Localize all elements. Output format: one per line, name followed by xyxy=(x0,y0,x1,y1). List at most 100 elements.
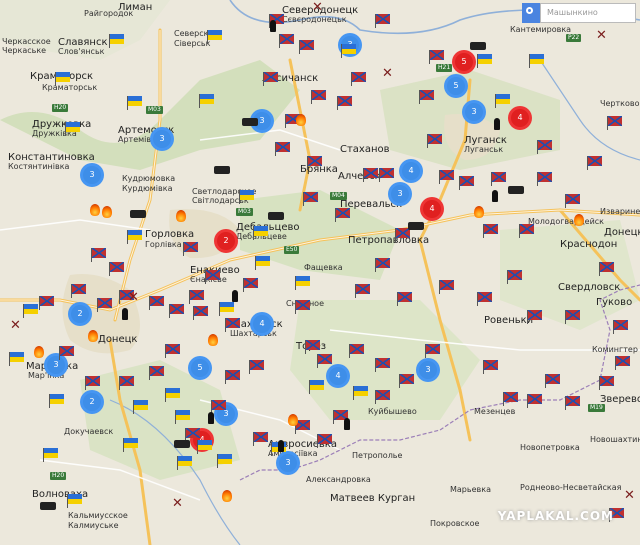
cluster-marker-red[interactable]: 5 xyxy=(452,50,476,74)
soldier-icon[interactable] xyxy=(270,20,276,32)
ukraine-flag-icon[interactable] xyxy=(43,448,58,462)
novorossiya-flag-icon[interactable] xyxy=(193,306,208,320)
tank-icon[interactable] xyxy=(470,42,486,50)
ukraine-flag-icon[interactable] xyxy=(67,494,82,508)
fire-icon[interactable] xyxy=(288,414,298,426)
novorossiya-flag-icon[interactable] xyxy=(537,172,552,186)
novorossiya-flag-icon[interactable] xyxy=(565,396,580,410)
cluster-marker[interactable]: 2 xyxy=(80,390,104,414)
novorossiya-flag-icon[interactable] xyxy=(279,34,294,48)
ukraine-flag-icon[interactable] xyxy=(207,30,222,44)
fire-icon[interactable] xyxy=(222,490,232,502)
novorossiya-flag-icon[interactable] xyxy=(205,270,220,284)
ukraine-flag-icon[interactable] xyxy=(109,34,124,48)
novorossiya-flag-icon[interactable] xyxy=(565,310,580,324)
ukraine-flag-icon[interactable] xyxy=(9,352,24,366)
novorossiya-flag-icon[interactable] xyxy=(399,374,414,388)
novorossiya-flag-icon[interactable] xyxy=(537,140,552,154)
tank-icon[interactable] xyxy=(508,186,524,194)
novorossiya-flag-icon[interactable] xyxy=(295,420,310,434)
novorossiya-flag-icon[interactable] xyxy=(459,176,474,190)
ukraine-flag-icon[interactable] xyxy=(253,226,268,240)
ukraine-flag-icon[interactable] xyxy=(127,96,142,110)
novorossiya-flag-icon[interactable] xyxy=(317,434,332,448)
ukraine-flag-icon[interactable] xyxy=(55,72,70,86)
novorossiya-flag-icon[interactable] xyxy=(85,376,100,390)
novorossiya-flag-icon[interactable] xyxy=(97,298,112,312)
cluster-marker[interactable]: 2 xyxy=(68,302,92,326)
destroyed-marker-icon[interactable]: ✕ xyxy=(382,67,394,80)
novorossiya-flag-icon[interactable] xyxy=(613,320,628,334)
cluster-marker[interactable]: 3 xyxy=(388,182,412,206)
novorossiya-flag-icon[interactable] xyxy=(545,374,560,388)
cluster-marker[interactable]: 3 xyxy=(276,451,300,475)
novorossiya-flag-icon[interactable] xyxy=(519,224,534,238)
novorossiya-flag-icon[interactable] xyxy=(607,116,622,130)
ukraine-flag-icon[interactable] xyxy=(127,230,142,244)
cluster-marker[interactable]: 3 xyxy=(80,163,104,187)
tank-icon[interactable] xyxy=(408,222,424,230)
cluster-marker-red[interactable]: 4 xyxy=(508,106,532,130)
novorossiya-flag-icon[interactable] xyxy=(477,292,492,306)
cluster-marker[interactable]: 5 xyxy=(188,356,212,380)
novorossiya-flag-icon[interactable] xyxy=(375,358,390,372)
novorossiya-flag-icon[interactable] xyxy=(375,390,390,404)
cluster-marker[interactable]: 4 xyxy=(250,312,274,336)
fire-icon[interactable] xyxy=(474,206,484,218)
ukraine-flag-icon[interactable] xyxy=(341,44,356,58)
ukraine-flag-icon[interactable] xyxy=(133,400,148,414)
novorossiya-flag-icon[interactable] xyxy=(527,310,542,324)
novorossiya-flag-icon[interactable] xyxy=(397,292,412,306)
search-icon[interactable] xyxy=(522,3,540,23)
novorossiya-flag-icon[interactable] xyxy=(243,278,258,292)
novorossiya-flag-icon[interactable] xyxy=(119,376,134,390)
ukraine-flag-icon[interactable] xyxy=(295,276,310,290)
novorossiya-flag-icon[interactable] xyxy=(169,304,184,318)
soldier-icon[interactable] xyxy=(208,412,214,424)
ukraine-flag-icon[interactable] xyxy=(217,454,232,468)
search-input[interactable]: Машынкино xyxy=(540,3,636,23)
ukraine-flag-icon[interactable] xyxy=(49,394,64,408)
novorossiya-flag-icon[interactable] xyxy=(439,280,454,294)
novorossiya-flag-icon[interactable] xyxy=(483,360,498,374)
ukraine-flag-icon[interactable] xyxy=(239,190,254,204)
soldier-icon[interactable] xyxy=(232,290,238,302)
soldier-icon[interactable] xyxy=(278,440,284,452)
novorossiya-flag-icon[interactable] xyxy=(587,156,602,170)
fire-icon[interactable] xyxy=(296,114,306,126)
novorossiya-flag-icon[interactable] xyxy=(299,40,314,54)
ukraine-flag-icon[interactable] xyxy=(309,380,324,394)
tank-icon[interactable] xyxy=(130,210,146,218)
novorossiya-flag-icon[interactable] xyxy=(317,354,332,368)
novorossiya-flag-icon[interactable] xyxy=(375,14,390,28)
ukraine-flag-icon[interactable] xyxy=(255,256,270,270)
novorossiya-flag-icon[interactable] xyxy=(295,300,310,314)
cluster-marker[interactable]: 3 xyxy=(44,353,68,377)
novorossiya-flag-icon[interactable] xyxy=(39,296,54,310)
novorossiya-flag-icon[interactable] xyxy=(307,156,322,170)
destroyed-marker-icon[interactable]: ✕ xyxy=(312,1,324,14)
ukraine-flag-icon[interactable] xyxy=(65,122,80,136)
soldier-icon[interactable] xyxy=(344,418,350,430)
novorossiya-flag-icon[interactable] xyxy=(149,296,164,310)
novorossiya-flag-icon[interactable] xyxy=(109,262,124,276)
destroyed-marker-icon[interactable]: ✕ xyxy=(128,291,140,304)
novorossiya-flag-icon[interactable] xyxy=(337,96,352,110)
cluster-marker[interactable]: 3 xyxy=(462,100,486,124)
novorossiya-flag-icon[interactable] xyxy=(507,270,522,284)
destroyed-marker-icon[interactable]: ✕ xyxy=(624,489,636,502)
novorossiya-flag-icon[interactable] xyxy=(427,134,442,148)
novorossiya-flag-icon[interactable] xyxy=(565,194,580,208)
cluster-marker[interactable]: 5 xyxy=(444,74,468,98)
fire-icon[interactable] xyxy=(208,334,218,346)
ukraine-flag-icon[interactable] xyxy=(495,94,510,108)
fire-icon[interactable] xyxy=(102,206,112,218)
novorossiya-flag-icon[interactable] xyxy=(59,346,74,360)
novorossiya-flag-icon[interactable] xyxy=(599,376,614,390)
novorossiya-flag-icon[interactable] xyxy=(491,172,506,186)
cluster-marker[interactable]: 4 xyxy=(326,364,350,388)
novorossiya-flag-icon[interactable] xyxy=(363,168,378,182)
novorossiya-flag-icon[interactable] xyxy=(71,284,86,298)
ukraine-flag-icon[interactable] xyxy=(165,388,180,402)
ukraine-flag-icon[interactable] xyxy=(177,456,192,470)
